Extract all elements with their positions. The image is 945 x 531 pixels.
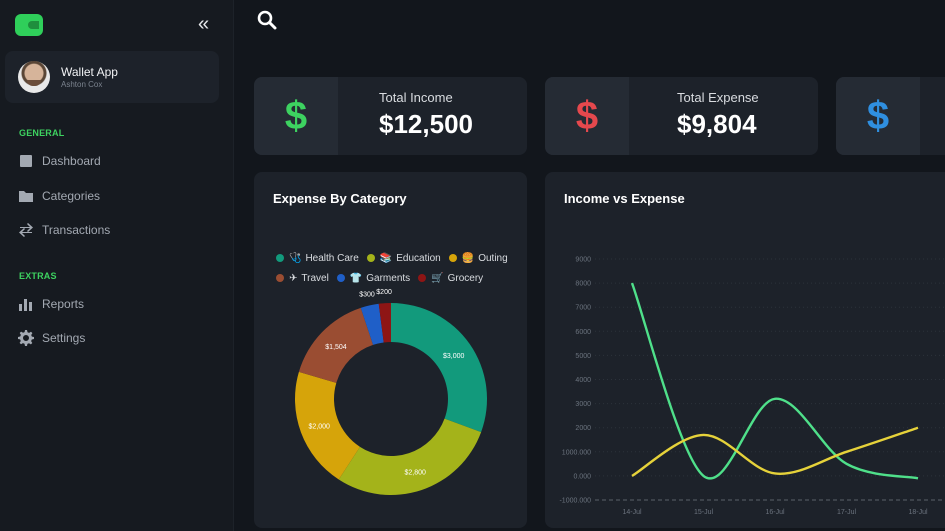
nav-categories[interactable]: Categories [18,185,218,207]
user-name: Ashton Cox [61,80,103,89]
nav-dashboard-label: Dashboard [42,154,101,168]
bar-chart-icon [19,299,32,311]
donut-slice[interactable] [391,303,487,433]
y-tick-label: 7000 [575,305,591,312]
x-tick-label: 16-Jul [765,509,785,516]
donut-data-label: $3,000 [443,353,465,360]
nav-settings-label: Settings [42,331,86,345]
nav-settings[interactable]: Settings [18,327,218,349]
transfer-icon [19,223,33,237]
dollar-icon: $ [254,77,338,155]
donut-slice[interactable] [338,418,482,496]
gear-icon [18,330,34,346]
dollar-icon: $ [836,77,920,155]
sidebar: « Wallet App Ashton Cox GENERAL Dashboar… [0,0,234,531]
nav-dashboard[interactable]: Dashboard [18,150,218,172]
x-tick-label: 17-Jul [837,509,857,516]
donut-data-label: $2,800 [404,470,426,477]
search-icon[interactable] [257,10,277,30]
donut-data-label: $200 [376,289,392,296]
y-tick-label: 0.000 [573,473,591,480]
total-income-label: Total Income [379,90,453,105]
total-expense-card: $ Total Expense $9,804 [545,77,818,155]
section-extras-title: EXTRAS [19,271,57,281]
nav-reports[interactable]: Reports [18,293,218,315]
x-tick-label: 18-Jul [908,509,928,516]
series-line[interactable] [630,282,919,480]
avatar [18,61,50,93]
nav-transactions[interactable]: Transactions [18,219,218,241]
y-tick-label: 6000 [575,329,591,336]
expense-by-category-panel: Expense By Category 🩺 Health Care 📚 Educati… [254,172,527,528]
y-tick-label: 2000 [575,425,591,432]
collapse-sidebar-icon[interactable]: « [198,14,209,34]
y-tick-label: 9000 [575,257,591,264]
x-tick-label: 15-Jul [694,509,714,516]
total-expense-label: Total Expense [677,90,759,105]
nav-reports-label: Reports [42,297,85,311]
nav-categories-label: Categories [42,189,101,203]
dashboard-icon [20,155,32,167]
total-income-value: $12,500 [379,109,473,139]
y-tick-label: 4000 [575,377,591,384]
donut-data-label: $1,504 [325,344,347,351]
profile-card[interactable]: Wallet App Ashton Cox [5,51,219,103]
y-tick-label: 8000 [575,281,591,288]
dollar-icon: $ [545,77,629,155]
donut-data-label: $300 [359,292,375,299]
total-expense-value: $9,804 [677,109,757,139]
app-name: Wallet App [61,65,118,79]
y-tick-label: -1000.000 [559,498,591,505]
section-general-title: GENERAL [19,128,65,138]
folder-icon [19,191,33,202]
income-vs-expense-panel: Income vs Expense -1000.000 0.000 1000.000… [545,172,945,528]
wallet-dashboard: « Wallet App Ashton Cox GENERAL Dashboar… [0,0,945,531]
donut-chart: $3,000 $2,800 $2,000 $1,504 $300 $200 [295,289,487,496]
y-tick-label: 3000 [575,401,591,408]
x-tick-label: 14-Jul [622,509,642,516]
total-income-card: $ Total Income $12,500 [254,77,527,155]
line-chart: -1000.000 0.000 1000.000 2000 3000 4000 5000 60… [559,257,945,516]
donut-data-label: $2,000 [309,424,331,431]
balance-card: $ [836,77,945,155]
y-tick-label: 5000 [575,353,591,360]
y-tick-label: 1000.000 [562,449,591,456]
nav-transactions-label: Transactions [42,223,111,237]
wallet-logo-icon[interactable] [15,14,43,36]
